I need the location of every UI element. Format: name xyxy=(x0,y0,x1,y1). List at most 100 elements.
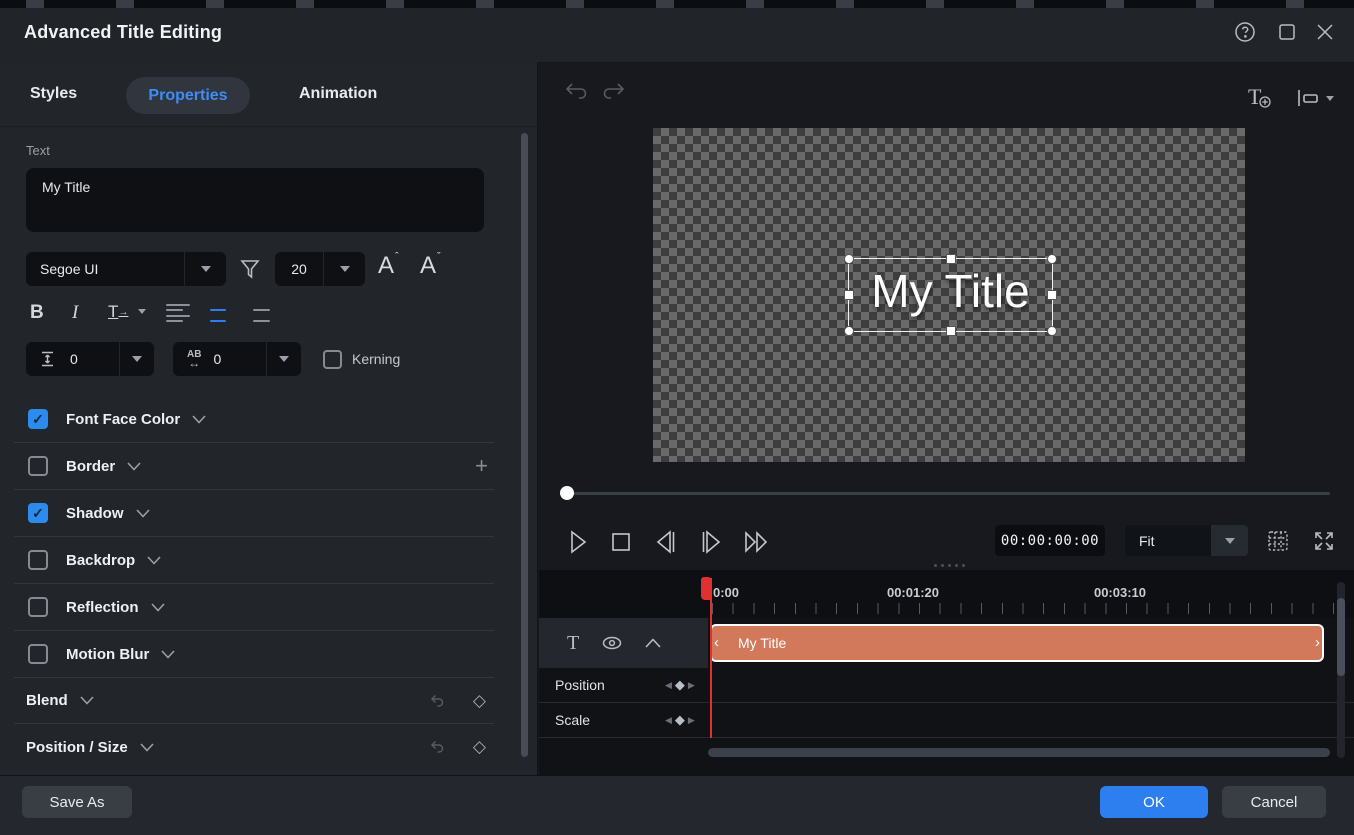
section-label: Reflection xyxy=(66,599,139,616)
chevron-down-icon[interactable] xyxy=(140,743,154,752)
shadow-checkbox[interactable]: ✓ xyxy=(28,503,48,523)
section-label: Border xyxy=(66,458,115,475)
reflection-checkbox[interactable] xyxy=(28,597,48,617)
keyframe-diamond-icon[interactable]: ◇ xyxy=(473,737,486,757)
timeline-horizontal-scrollbar[interactable] xyxy=(708,748,1330,757)
align-right-icon[interactable] xyxy=(246,304,270,322)
selection-handle[interactable] xyxy=(1047,326,1057,336)
font-size-dropdown-arrow[interactable] xyxy=(323,252,365,286)
track-header: T xyxy=(539,618,708,668)
title-position-icon[interactable] xyxy=(1296,88,1334,108)
help-icon[interactable] xyxy=(1232,19,1258,45)
previous-keyframe-icon[interactable]: ◀ xyxy=(665,680,672,691)
text-field-label: Text xyxy=(26,143,50,158)
ruler-label: 00:03:10 xyxy=(1070,585,1170,600)
maximize-icon[interactable] xyxy=(1274,19,1300,45)
chevron-down-icon[interactable] xyxy=(192,415,206,424)
selection-handle[interactable] xyxy=(946,326,956,336)
timeline-vertical-scrollbar[interactable] xyxy=(1337,598,1345,676)
panel-resize-handle[interactable] xyxy=(934,564,965,567)
motion-blur-checkbox[interactable] xyxy=(28,644,48,664)
chevron-down-icon[interactable] xyxy=(127,462,141,471)
timeline-clip-my-title[interactable]: ‹ My Title › xyxy=(710,624,1324,662)
zoom-mode-select[interactable]: Fit xyxy=(1125,525,1211,556)
fast-forward-icon[interactable] xyxy=(742,528,774,556)
reset-icon[interactable] xyxy=(427,691,447,711)
save-as-button[interactable]: Save As xyxy=(22,786,132,818)
selection-handle[interactable] xyxy=(1047,290,1057,300)
title-selection-box[interactable]: My Title xyxy=(848,258,1053,332)
selection-handle[interactable] xyxy=(946,254,956,264)
decrease-font-size-icon[interactable]: Aˇ xyxy=(420,252,441,280)
next-frame-icon[interactable] xyxy=(698,528,724,556)
add-text-icon[interactable]: T xyxy=(1248,84,1271,110)
kerning-label: Kerning xyxy=(352,351,400,367)
add-keyframe-icon[interactable]: ◆ xyxy=(675,712,685,728)
seek-bar[interactable] xyxy=(560,492,1330,495)
font-face-color-checkbox[interactable]: ✓ xyxy=(28,409,48,429)
backdrop-checkbox[interactable] xyxy=(28,550,48,570)
previous-keyframe-icon[interactable]: ◀ xyxy=(665,715,672,726)
playhead-handle[interactable] xyxy=(701,577,711,600)
reset-icon[interactable] xyxy=(427,737,447,757)
add-keyframe-icon[interactable]: ◆ xyxy=(675,677,685,693)
kerning-checkbox[interactable] xyxy=(323,350,342,369)
selection-handle[interactable] xyxy=(844,326,854,336)
playhead-line[interactable] xyxy=(710,578,712,738)
tab-properties[interactable]: Properties xyxy=(126,77,250,114)
trim-left-handle[interactable]: ‹ xyxy=(714,634,719,651)
increase-font-size-icon[interactable]: Aˆ xyxy=(378,252,399,280)
selection-handle[interactable] xyxy=(844,290,854,300)
next-keyframe-icon[interactable]: ▶ xyxy=(688,715,695,726)
align-center-icon[interactable] xyxy=(206,304,230,322)
align-left-icon[interactable] xyxy=(166,304,190,322)
preview-canvas[interactable]: My Title xyxy=(653,128,1245,462)
chevron-down-icon[interactable] xyxy=(136,509,150,518)
text-transform-dropdown-arrow[interactable] xyxy=(138,314,146,332)
next-keyframe-icon[interactable]: ▶ xyxy=(688,680,695,691)
left-panel-scrollbar[interactable] xyxy=(521,133,528,757)
ok-button[interactable]: OK xyxy=(1100,786,1208,818)
text-transform-icon[interactable]: T→ xyxy=(108,302,128,322)
add-border-icon[interactable]: + xyxy=(475,453,488,479)
selection-handle[interactable] xyxy=(1047,254,1057,264)
letter-spacing-dropdown-arrow[interactable] xyxy=(266,342,301,376)
visibility-eye-icon[interactable] xyxy=(601,634,623,652)
line-spacing-dropdown-arrow[interactable] xyxy=(119,342,154,376)
italic-icon[interactable]: I xyxy=(72,302,78,324)
fullscreen-icon[interactable] xyxy=(1312,529,1336,553)
chevron-down-icon[interactable] xyxy=(80,696,94,705)
play-icon[interactable] xyxy=(566,528,590,556)
cancel-button[interactable]: Cancel xyxy=(1222,786,1326,818)
undo-icon[interactable] xyxy=(562,80,590,106)
line-spacing-input[interactable]: 0 xyxy=(26,342,119,376)
previous-frame-icon[interactable] xyxy=(654,528,680,556)
keyframe-diamond-icon[interactable]: ◇ xyxy=(473,691,486,711)
font-family-select[interactable]: Segoe UI xyxy=(26,252,184,286)
preview-title-text[interactable]: My Title xyxy=(849,264,1052,318)
close-icon[interactable] xyxy=(1312,19,1338,45)
zoom-mode-dropdown-arrow[interactable] xyxy=(1211,525,1248,556)
section-reflection: Reflection xyxy=(14,584,494,631)
tab-animation[interactable]: Animation xyxy=(299,85,377,103)
title-text-input[interactable]: My Title xyxy=(26,168,484,232)
redo-icon[interactable] xyxy=(600,80,628,106)
font-size-input[interactable]: 20 xyxy=(275,252,323,286)
selection-handle[interactable] xyxy=(844,254,854,264)
line-spacing-icon xyxy=(40,350,58,368)
seek-thumb[interactable] xyxy=(560,486,574,500)
background-app-strip xyxy=(0,0,1354,8)
chevron-down-icon[interactable] xyxy=(151,603,165,612)
font-filter-icon[interactable] xyxy=(238,257,262,281)
trim-right-handle[interactable]: › xyxy=(1315,634,1320,651)
bold-icon[interactable]: B xyxy=(30,302,44,324)
collapse-track-icon[interactable] xyxy=(645,638,661,648)
stop-icon[interactable] xyxy=(610,531,632,553)
grid-icon[interactable] xyxy=(1266,529,1290,553)
border-checkbox[interactable] xyxy=(28,456,48,476)
chevron-down-icon[interactable] xyxy=(161,650,175,659)
tab-styles[interactable]: Styles xyxy=(30,85,77,103)
font-family-dropdown-arrow[interactable] xyxy=(184,252,226,286)
chevron-down-icon[interactable] xyxy=(147,556,161,565)
letter-spacing-input[interactable]: AB↔ 0 xyxy=(173,342,266,376)
